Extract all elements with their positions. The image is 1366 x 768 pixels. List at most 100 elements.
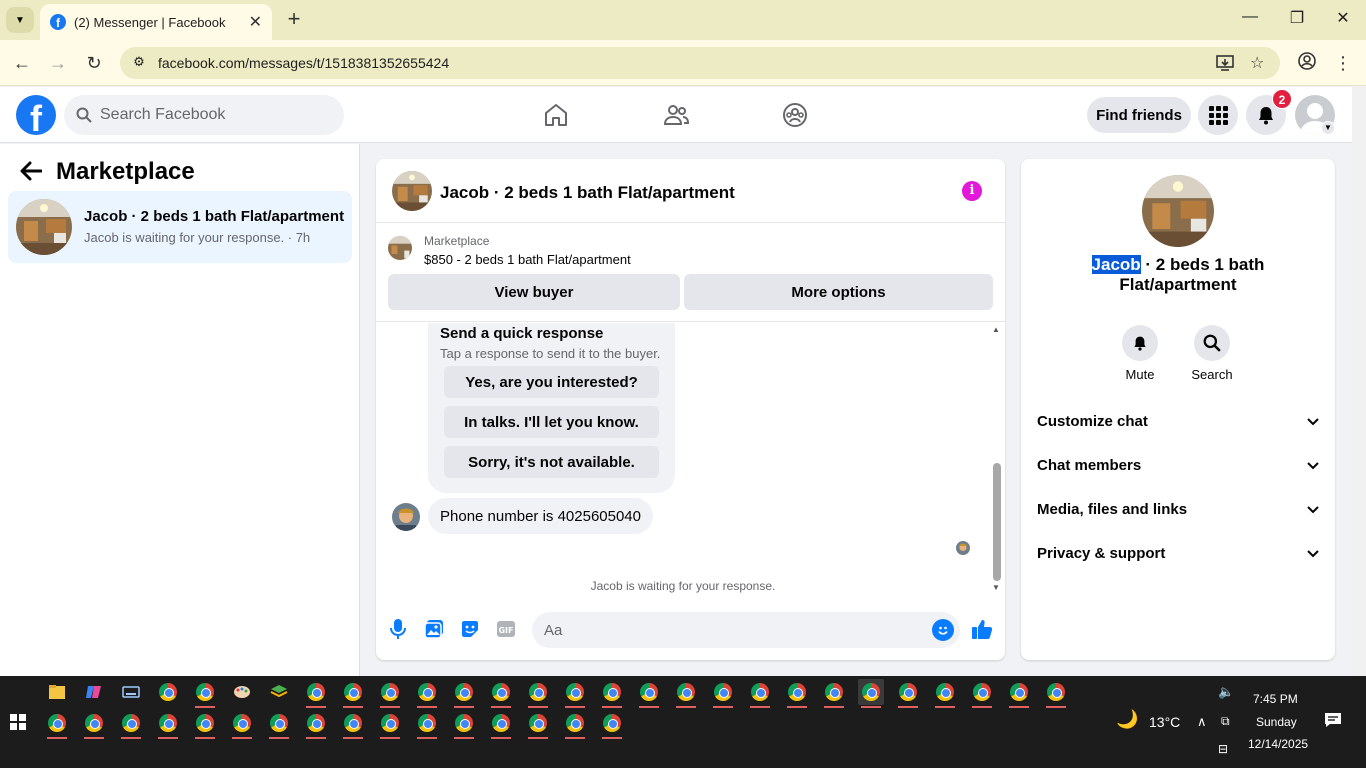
find-friends-button[interactable]: Find friends bbox=[1087, 97, 1191, 133]
back-arrow-icon[interactable] bbox=[20, 160, 43, 188]
media-files-section[interactable]: Media, files and links bbox=[1037, 487, 1319, 531]
chrome-taskbar-icon[interactable] bbox=[895, 679, 921, 708]
privacy-support-section[interactable]: Privacy & support bbox=[1037, 531, 1319, 575]
chrome-taskbar-icon[interactable] bbox=[414, 710, 440, 739]
restore-button[interactable]: ❐ bbox=[1287, 8, 1307, 28]
browser-menu-icon[interactable]: ⋮ bbox=[1332, 52, 1354, 74]
profile-icon[interactable] bbox=[1296, 52, 1318, 74]
chrome-taskbar-icon[interactable] bbox=[599, 679, 625, 708]
selected-name-text[interactable]: Jacob bbox=[1091, 255, 1141, 274]
message-input[interactable] bbox=[532, 612, 960, 648]
network-icon[interactable]: ⊟ bbox=[1218, 742, 1228, 756]
facebook-logo[interactable]: f bbox=[16, 95, 56, 135]
scroll-down-icon[interactable]: ▼ bbox=[992, 583, 1000, 592]
windows-start-icon[interactable] bbox=[10, 714, 26, 730]
forward-button[interactable]: → bbox=[47, 52, 69, 74]
chrome-taskbar-icon[interactable] bbox=[932, 679, 958, 708]
reload-button[interactable]: ↻ bbox=[83, 52, 105, 74]
chrome-taskbar-icon[interactable] bbox=[44, 710, 70, 739]
photo-icon[interactable] bbox=[422, 617, 446, 641]
chat-listing-thumbnail[interactable] bbox=[392, 171, 432, 211]
copilot-icon[interactable] bbox=[81, 679, 107, 705]
page-scrollbar[interactable] bbox=[1352, 87, 1366, 676]
chrome-taskbar-icon[interactable] bbox=[266, 710, 292, 739]
clock-date[interactable]: 12/14/2025 bbox=[1248, 737, 1308, 751]
chrome-taskbar-icon[interactable] bbox=[525, 710, 551, 739]
weather-temperature[interactable]: 13°C bbox=[1149, 714, 1180, 730]
quick-response-option[interactable]: Sorry, it's not available. bbox=[444, 446, 659, 478]
chrome-taskbar-icon[interactable] bbox=[303, 679, 329, 708]
camera-icon[interactable]: ⧉ bbox=[1221, 714, 1230, 729]
info-icon[interactable]: i bbox=[962, 181, 982, 201]
file-explorer-icon[interactable] bbox=[44, 679, 70, 705]
clock-time[interactable]: 7:45 PM bbox=[1253, 692, 1298, 706]
chrome-taskbar-icon[interactable] bbox=[451, 710, 477, 739]
tray-expand-icon[interactable]: ∧ bbox=[1197, 714, 1207, 730]
clock-day[interactable]: Sunday bbox=[1256, 715, 1297, 729]
chrome-taskbar-icon[interactable] bbox=[192, 710, 218, 739]
search-action[interactable]: Search bbox=[1182, 325, 1242, 382]
mute-action[interactable]: Mute bbox=[1110, 325, 1170, 382]
groups-icon[interactable] bbox=[781, 101, 809, 129]
menu-grid-button[interactable] bbox=[1198, 95, 1238, 135]
chrome-taskbar-icon[interactable] bbox=[784, 679, 810, 708]
minimize-button[interactable]: — bbox=[1240, 8, 1260, 26]
chrome-taskbar-icon[interactable] bbox=[488, 679, 514, 708]
chrome-taskbar-icon[interactable] bbox=[636, 679, 662, 708]
view-buyer-button[interactable]: View buyer bbox=[388, 274, 680, 310]
chrome-taskbar-icon[interactable] bbox=[710, 679, 736, 708]
chat-members-section[interactable]: Chat members bbox=[1037, 443, 1319, 487]
new-tab-button[interactable]: + bbox=[282, 8, 306, 32]
chrome-taskbar-icon[interactable] bbox=[525, 679, 551, 708]
paint-icon[interactable] bbox=[229, 679, 255, 705]
url-field[interactable]: ⚙ facebook.com/messages/t/15183813526554… bbox=[120, 47, 1280, 79]
more-options-button[interactable]: More options bbox=[684, 274, 993, 310]
chrome-taskbar-icon[interactable] bbox=[192, 679, 218, 708]
chrome-taskbar-icon[interactable] bbox=[155, 679, 181, 705]
close-tab-icon[interactable]: ✕ bbox=[249, 12, 262, 32]
gif-icon[interactable]: GIF bbox=[494, 617, 518, 641]
chrome-taskbar-icon[interactable] bbox=[488, 710, 514, 739]
chrome-taskbar-icon[interactable] bbox=[118, 710, 144, 739]
chrome-taskbar-icon[interactable] bbox=[414, 679, 440, 708]
chrome-taskbar-icon[interactable] bbox=[599, 710, 625, 739]
message-bubble[interactable]: Phone number is 4025605040 bbox=[428, 498, 653, 534]
keyboard-icon[interactable] bbox=[118, 679, 144, 705]
chrome-taskbar-icon[interactable] bbox=[562, 710, 588, 739]
site-info-icon[interactable]: ⚙ bbox=[130, 54, 148, 72]
account-chevron-icon[interactable]: ▼ bbox=[1321, 121, 1335, 135]
chrome-taskbar-icon[interactable] bbox=[747, 679, 773, 708]
chrome-taskbar-icon[interactable] bbox=[969, 679, 995, 708]
conversation-item[interactable]: Jacob · 2 beds 1 bath Flat/apartment Jac… bbox=[8, 191, 352, 263]
bookmark-star-icon[interactable]: ☆ bbox=[1250, 47, 1264, 79]
chrome-taskbar-icon-active[interactable] bbox=[858, 679, 884, 708]
chrome-taskbar-icon[interactable] bbox=[451, 679, 477, 708]
chrome-taskbar-icon[interactable] bbox=[377, 679, 403, 708]
chrome-taskbar-icon[interactable] bbox=[340, 710, 366, 739]
like-icon[interactable] bbox=[970, 617, 994, 641]
tab-search-button[interactable]: ▼ bbox=[6, 7, 34, 33]
browser-tab[interactable]: f (2) Messenger | Facebook ✕ bbox=[40, 4, 272, 40]
chrome-taskbar-icon[interactable] bbox=[673, 679, 699, 708]
chrome-taskbar-icon[interactable] bbox=[562, 679, 588, 708]
scroll-up-icon[interactable]: ▲ bbox=[992, 325, 1000, 334]
notification-center-icon[interactable] bbox=[1324, 712, 1342, 733]
chrome-taskbar-icon[interactable] bbox=[1006, 679, 1032, 708]
chrome-taskbar-icon[interactable] bbox=[81, 710, 107, 739]
chrome-taskbar-icon[interactable] bbox=[821, 679, 847, 708]
chrome-taskbar-icon[interactable] bbox=[1043, 679, 1069, 708]
chrome-taskbar-icon[interactable] bbox=[377, 710, 403, 739]
chrome-taskbar-icon[interactable] bbox=[340, 679, 366, 708]
emoji-icon[interactable] bbox=[932, 619, 954, 641]
chrome-taskbar-icon[interactable] bbox=[303, 710, 329, 739]
chrome-taskbar-icon[interactable] bbox=[155, 710, 181, 739]
friends-icon[interactable] bbox=[662, 101, 690, 129]
chat-title[interactable]: Jacob · 2 beds 1 bath Flat/apartment bbox=[440, 183, 735, 203]
volume-icon[interactable]: 🔈 bbox=[1218, 684, 1234, 700]
app-stack-icon[interactable] bbox=[266, 679, 292, 705]
install-app-icon[interactable] bbox=[1216, 47, 1234, 79]
chat-scrollbar[interactable]: ▲ ▼ bbox=[989, 323, 1005, 595]
sticker-icon[interactable] bbox=[458, 617, 482, 641]
customize-chat-section[interactable]: Customize chat bbox=[1037, 399, 1319, 443]
back-button[interactable]: ← bbox=[11, 52, 33, 74]
